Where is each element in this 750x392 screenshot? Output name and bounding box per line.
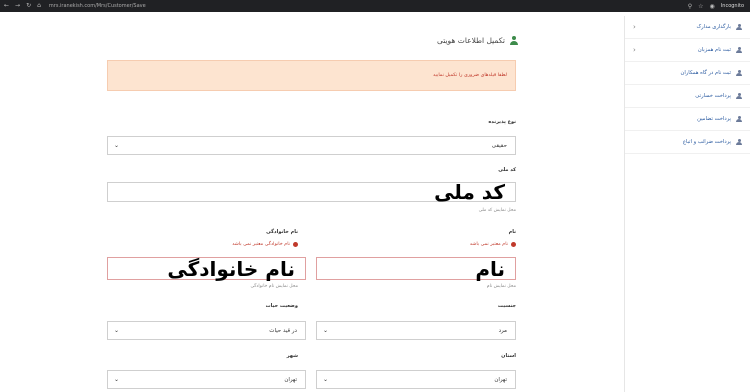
sidebar-item-label: بارگذاری مدارک <box>696 24 731 30</box>
chevron-down-icon: ⌄ <box>114 142 120 149</box>
incognito-icon: ◉ <box>709 2 715 10</box>
national-code-input[interactable]: کد ملی <box>107 180 516 204</box>
chevron-down-icon: ⌄ <box>114 376 120 383</box>
sidebar-item-documents[interactable]: بارگذاری مدارک ‹ <box>625 16 750 39</box>
last-name-hint: محل نمایش نام خانوادگی <box>250 284 298 289</box>
gender-select[interactable]: مرد ⌄ <box>316 321 516 340</box>
incognito-label: Incognito <box>720 3 744 9</box>
gender-label: جنسیت <box>497 303 516 309</box>
sidebar-item-partner-gateway[interactable]: ثبت نام در گاه همکاران <box>625 62 750 85</box>
sidebar-item-label: ثبت نام در گاه همکاران <box>680 70 731 76</box>
address-bar[interactable]: mrs.iranekish.com/Mrs/Customer/Save <box>49 0 146 12</box>
sidebar-item-label: پرداخت خسارتی <box>695 93 731 99</box>
sidebar-item-coefficients-payment[interactable]: پرداخت ضرائب و اتباع <box>625 131 750 154</box>
city-label: شهر <box>286 353 298 359</box>
select-value: تهران <box>494 376 507 383</box>
user-icon <box>736 139 742 145</box>
select-value: تهران <box>284 376 297 383</box>
chevron-left-icon: ‹ <box>633 46 636 54</box>
user-icon <box>736 116 742 122</box>
city-select[interactable]: تهران ⌄ <box>107 370 306 389</box>
warning-alert: لطفا فیلدهای ضروری را تکمیل نمایید <box>107 60 516 91</box>
sidebar: بارگذاری مدارک ‹ ثبت نام همزبان ‹ ثبت نا… <box>624 16 750 392</box>
select-value: حقیقی <box>491 142 507 149</box>
page-title: تکمیل اطلاعات هویتی <box>436 36 505 45</box>
forward-icon[interactable]: → <box>15 0 20 12</box>
search-icon[interactable]: ⚲ <box>688 3 692 10</box>
sidebar-item-label: پرداخت ضرائب و اتباع <box>682 139 731 145</box>
star-icon[interactable]: ☆ <box>698 3 703 10</box>
last-name-label: نام خانوادگی <box>266 229 298 235</box>
sidebar-item-label: پرداخت تضامین <box>697 116 731 122</box>
select-value: در قید حیات <box>269 327 297 334</box>
error-icon <box>511 242 516 247</box>
user-icon <box>736 93 742 99</box>
sidebar-item-damage-payment[interactable]: پرداخت خسارتی <box>625 85 750 108</box>
last-name-error: نام خانوادگی معتبر نمی باشد <box>232 242 298 247</box>
national-code-label: کد ملی <box>498 167 516 173</box>
user-icon <box>736 47 742 53</box>
browser-nav: ← → ↻ ⌂ <box>0 0 41 12</box>
life-status-select[interactable]: در قید حیات ⌄ <box>107 321 306 340</box>
main-content: تکمیل اطلاعات هویتی لطفا فیلدهای ضروری ر… <box>0 16 624 392</box>
province-label: استان <box>501 353 516 359</box>
alert-text: لطفا فیلدهای ضروری را تکمیل نمایید <box>433 73 507 78</box>
first-name-input[interactable]: نام <box>316 256 516 281</box>
home-icon[interactable]: ⌂ <box>37 0 41 12</box>
user-icon <box>510 36 518 45</box>
input-value: کد ملی <box>434 180 505 204</box>
select-value: مرد <box>498 327 507 334</box>
browser-toolbar: ← → ↻ ⌂ mrs.iranekish.com/Mrs/Customer/S… <box>0 0 750 12</box>
sidebar-item-label: ثبت نام همزبان <box>697 47 731 53</box>
error-text: نام معتبر نمی باشد <box>469 242 508 247</box>
browser-actions: ⚲ ☆ ◉ Incognito <box>688 3 750 10</box>
input-value: نام خانوادگی <box>167 256 295 281</box>
person-type-select[interactable]: حقیقی ⌄ <box>107 136 516 155</box>
last-name-input[interactable]: نام خانوادگی <box>107 256 306 281</box>
user-icon <box>736 24 742 30</box>
sidebar-item-guarantee-payment[interactable]: پرداخت تضامین <box>625 108 750 131</box>
person-type-label: نوع پذیرنده <box>488 119 516 125</box>
chevron-down-icon: ⌄ <box>114 327 120 334</box>
chevron-left-icon: ‹ <box>633 23 636 31</box>
error-icon <box>293 242 298 247</box>
error-text: نام خانوادگی معتبر نمی باشد <box>232 242 290 247</box>
reload-icon[interactable]: ↻ <box>26 0 31 12</box>
first-name-error: نام معتبر نمی باشد <box>470 242 516 247</box>
province-select[interactable]: تهران ⌄ <box>316 370 516 389</box>
national-code-hint: محل نمایش کد ملی <box>478 208 516 213</box>
first-name-label: نام <box>508 229 516 235</box>
page-header: تکمیل اطلاعات هویتی <box>437 36 518 45</box>
chevron-down-icon: ⌄ <box>323 327 329 334</box>
life-status-label: وضعیت حیات <box>265 303 298 309</box>
chevron-down-icon: ⌄ <box>323 376 329 383</box>
sidebar-item-register-companion[interactable]: ثبت نام همزبان ‹ <box>625 39 750 62</box>
input-value: نام <box>475 256 505 281</box>
user-icon <box>736 70 742 76</box>
back-icon[interactable]: ← <box>4 0 9 12</box>
first-name-hint: محل نمایش نام <box>486 284 516 289</box>
